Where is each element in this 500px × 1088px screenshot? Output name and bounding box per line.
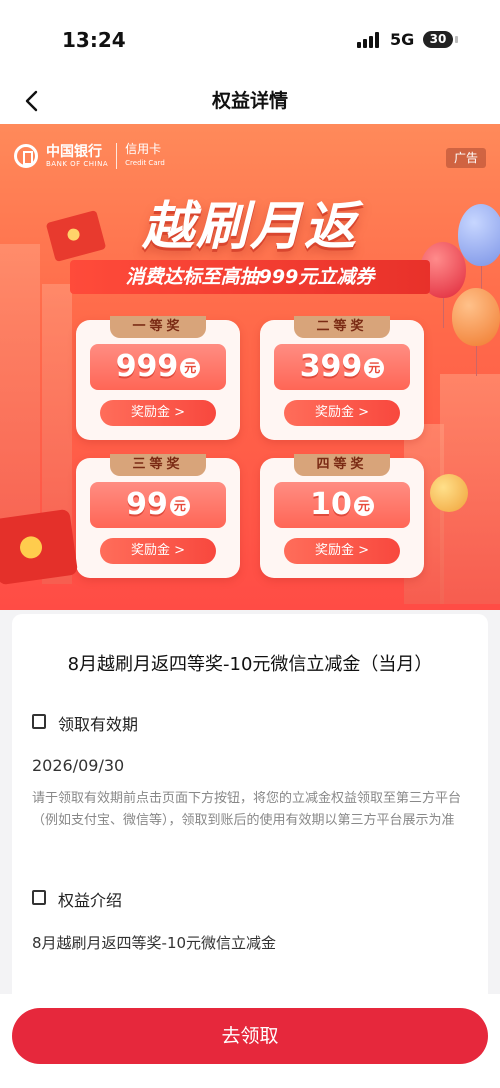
validity-label: 领取有效期 [58,715,139,734]
battery-icon: 30 [423,31,453,48]
bank-logo: 中国银行 BANK OF CHINA 信用卡 Credit Card [14,142,165,170]
prize-amount: 399 [299,349,363,384]
prize-card-third: 三等奖 99 元 奖励金 > [76,454,240,578]
prize-tier: 四等奖 [294,454,390,476]
page-title: 权益详情 [211,90,288,112]
prize-unit: 元 [180,358,201,378]
claim-button[interactable]: 去领取 [12,1008,488,1064]
prize-tier: 二等奖 [294,316,390,338]
prize-amount: 10 [310,487,352,522]
bank-name: 中国银行 [46,143,102,160]
bottom-bar: 去领取 [0,994,500,1088]
prize-reward-button[interactable]: 奖励金 > [284,538,400,564]
prize-tier: 三等奖 [110,454,206,476]
signal-icon [357,32,383,48]
prize-reward-button[interactable]: 奖励金 > [284,400,400,426]
prize-amount: 999 [115,349,179,384]
nav-header: 权益详情 [0,78,500,124]
clipboard-icon [32,890,46,905]
status-bar: 13:24 5G 30 [0,0,500,78]
prize-tier: 一等奖 [110,316,206,338]
prize-card-fourth: 四等奖 10 元 奖励金 > [260,454,424,578]
balloon-icon [452,288,500,376]
prize-amount: 99 [126,487,168,522]
card-label-en: Credit Card [125,159,165,167]
validity-date: 2026/09/30 [32,756,125,775]
bank-name-en: BANK OF CHINA [46,159,109,168]
prize-unit: 元 [364,358,385,378]
prize-card-first: 一等奖 999 元 奖励金 > [76,316,240,440]
coin-icon [430,474,468,512]
battery-cap [455,36,458,43]
ad-badge: 广告 [446,148,486,168]
calendar-icon [32,714,46,729]
prize-reward-button[interactable]: 奖励金 > [100,538,216,564]
intro-text: 8月越刷月返四等奖-10元微信立减金 [32,934,277,952]
promo-subheadline: 消费达标至高抽999元立减券 [70,260,430,294]
network-type: 5G [390,30,415,49]
prize-card-second: 二等奖 399 元 奖励金 > [260,316,424,440]
status-time: 13:24 [62,28,126,52]
prize-reward-button[interactable]: 奖励金 > [100,400,216,426]
promo-banner[interactable]: 中国银行 BANK OF CHINA 信用卡 Credit Card 广告 越刷… [0,124,500,610]
bank-emblem-icon [14,144,38,168]
prize-unit: 元 [169,496,190,516]
promo-headline: 越刷月返 [141,197,358,257]
red-packet-icon [0,508,79,586]
intro-label: 权益介绍 [58,891,123,910]
benefit-title: 8月越刷月返四等奖-10元微信立减金（当月） [67,654,433,675]
card-label: 信用卡 [125,142,162,156]
validity-description: 请于领取有效期前点击页面下方按钮，将您的立减金权益领取至第三方平台（例如支付宝、… [32,791,462,828]
prize-unit: 元 [353,496,374,516]
benefit-detail-card: 8月越刷月返四等奖-10元微信立减金（当月） 领取有效期 2026/09/30 … [12,614,488,994]
